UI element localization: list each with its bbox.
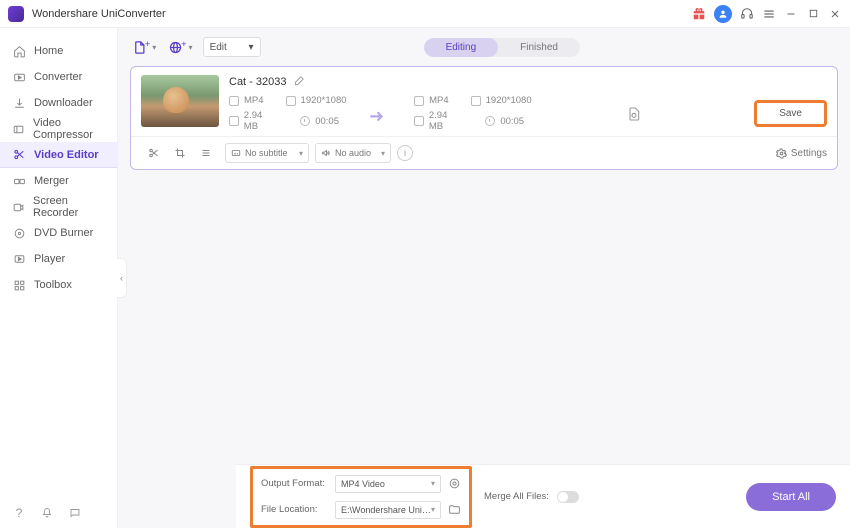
sidebar-item-dvd[interactable]: DVD Burner [0,220,117,246]
app-logo-icon [8,6,24,22]
maximize-icon[interactable] [806,7,820,21]
settings-button[interactable]: Settings [776,148,827,159]
size-icon [229,116,239,126]
preset-icon[interactable] [626,106,642,122]
sidebar-item-downloader[interactable]: Downloader [0,90,117,116]
sidebar-item-video-editor[interactable]: Video Editor [0,142,117,168]
format-icon [229,96,239,106]
start-all-button[interactable]: Start All [746,483,836,511]
duration-icon [300,116,310,126]
tab-editing[interactable]: Editing [424,38,499,57]
compress-icon [12,122,25,136]
notification-icon[interactable] [40,506,54,520]
sidebar-label: Merger [34,175,69,187]
sidebar-label: Toolbox [34,279,72,291]
file-panel: Cat - 32033 MP4 1920*1080 2.94 MB 00:05 [130,66,838,170]
sidebar-label: Converter [34,71,82,83]
sidebar-label: Player [34,253,65,265]
resolution-icon [471,96,481,106]
disc-icon [12,226,26,240]
record-icon [12,200,25,214]
sidebar-item-player[interactable]: Player [0,246,117,272]
output-format-label: Output Format: [261,478,329,489]
user-avatar-icon[interactable] [714,5,732,23]
edit-dropdown[interactable]: Edit▾ [203,37,261,57]
size-icon [414,116,424,126]
sidebar-label: Video Editor [34,149,99,161]
crop-icon[interactable] [171,144,189,162]
file-location-dropdown[interactable]: E:\Wondershare UniConverter 1▾ [335,501,441,519]
app-title: Wondershare UniConverter [32,8,166,20]
audio-dropdown[interactable]: No audio▾ [315,143,391,163]
headset-icon[interactable] [740,7,754,21]
bottom-bar: Output Format: MP4 Video▾ File Location:… [236,464,850,528]
open-folder-icon[interactable] [447,503,461,517]
merge-label: Merge All Files: [484,491,549,502]
sidebar-item-compressor[interactable]: Video Compressor [0,116,117,142]
video-thumbnail[interactable] [141,75,219,127]
sidebar-item-merger[interactable]: Merger [0,168,117,194]
subtitle-dropdown[interactable]: No subtitle▾ [225,143,309,163]
rename-icon[interactable] [294,75,305,89]
output-format-dropdown[interactable]: MP4 Video▾ [335,475,441,493]
duration-icon [485,116,495,126]
minimize-icon[interactable] [784,7,798,21]
sidebar: Home Converter Downloader Video Compress… [0,28,118,528]
tab-finished[interactable]: Finished [498,38,580,57]
toolbox-icon [12,278,26,292]
menu-icon[interactable] [762,7,776,21]
sidebar-item-recorder[interactable]: Screen Recorder [0,194,117,220]
effects-icon[interactable] [197,144,215,162]
sidebar-label: Home [34,45,63,57]
download-icon [12,96,26,110]
sidebar-label: Video Compressor [33,117,105,141]
sidebar-item-toolbox[interactable]: Toolbox [0,272,117,298]
close-icon[interactable] [828,7,842,21]
converter-icon [12,70,26,84]
play-icon [12,252,26,266]
save-button[interactable]: Save [754,100,827,127]
gift-icon[interactable] [692,7,706,21]
format-icon [414,96,424,106]
trim-icon[interactable] [145,144,163,162]
info-icon[interactable]: i [397,145,413,161]
add-file-button[interactable]: +▾ [130,38,158,57]
help-icon[interactable]: ? [12,506,26,520]
file-location-label: File Location: [261,504,329,515]
sidebar-collapse-handle[interactable]: ‹ [117,258,127,298]
arrow-icon: ➜ [339,106,414,127]
home-icon [12,44,26,58]
output-settings-icon[interactable] [447,477,461,491]
tab-toggle: Editing Finished [424,38,580,57]
toolbar: +▾ +▾ Edit▾ Editing Finished [118,28,850,66]
merge-icon [12,174,26,188]
feedback-icon[interactable] [68,506,82,520]
scissors-icon [12,148,26,162]
merge-toggle[interactable] [557,491,579,503]
titlebar: Wondershare UniConverter [0,0,850,28]
sidebar-label: DVD Burner [34,227,93,239]
file-name: Cat - 32033 [229,76,286,88]
sidebar-label: Screen Recorder [33,195,105,219]
sidebar-label: Downloader [34,97,93,109]
sidebar-item-converter[interactable]: Converter [0,64,117,90]
sidebar-item-home[interactable]: Home [0,38,117,64]
resolution-icon [286,96,296,106]
add-url-button[interactable]: +▾ [166,38,194,57]
